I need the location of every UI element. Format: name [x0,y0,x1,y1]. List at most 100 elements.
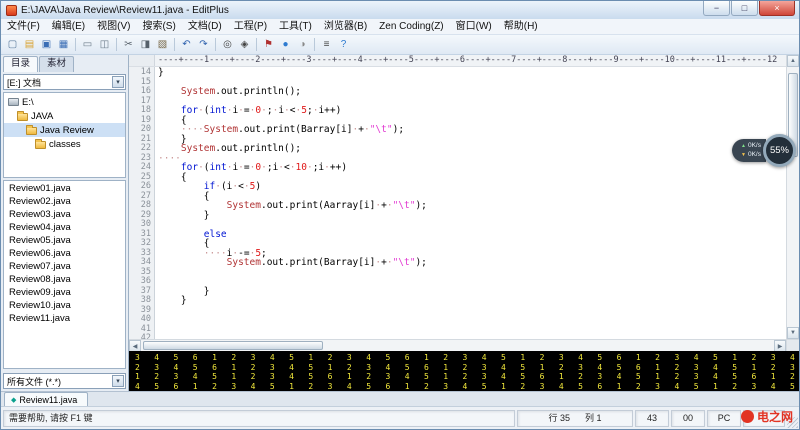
open-file-icon[interactable]: ▤ [21,37,38,53]
tree-item[interactable]: Java Review [4,123,125,137]
document-tab-review11[interactable]: ◆ Review11.java [4,392,88,406]
cut-icon[interactable]: ✂ [120,37,137,53]
file-item[interactable]: Review09.java [4,286,125,299]
percent-badge[interactable]: 55% [763,134,796,167]
menu-item-view[interactable]: 视图(V) [91,19,136,35]
code-token: } [158,295,187,306]
code-line: System.out.println(); [158,87,786,97]
file-filter-selector[interactable]: 所有文件 (*.*) ▾ [3,373,126,389]
window-list-icon[interactable]: ≡ [318,37,335,53]
chevron-down-icon[interactable]: ▾ [112,76,124,88]
code-line [158,220,786,230]
browser-preview-icon[interactable]: ● [277,37,294,53]
tree-item[interactable]: classes [4,137,125,151]
horizontal-scrollbar[interactable]: ◀ ▶ [129,339,786,351]
bookmark-icon[interactable]: ⚑ [260,37,277,53]
code-token: .out.println(); [215,86,301,97]
chevron-down-icon[interactable]: ▾ [112,375,124,387]
file-filter-value: 所有文件 (*.*) [7,375,61,388]
save-file-icon[interactable]: ▣ [38,37,55,53]
menu-item-search[interactable]: 搜索(S) [136,19,181,35]
sidebar: 目录素材 [E:] 文档 ▾ E:\JAVA Java Review classes… [1,55,129,391]
vertical-scroll-track[interactable] [787,67,799,327]
title-bar: E:\JAVA\Java Review\Review11.java - Edit… [1,1,799,19]
scrollbar-corner [787,339,799,351]
tree-item[interactable]: JAVA [4,109,125,123]
file-item[interactable]: Review06.java [4,247,125,260]
menu-item-browser[interactable]: 浏览器(B) [318,19,373,35]
file-item[interactable]: Review03.java [4,208,125,221]
code-token: int [210,105,227,116]
file-item[interactable]: Review04.java [4,221,125,234]
status-length: 43 [635,410,669,427]
code-editor[interactable]: 1415161718192021222324252627282930313233… [129,67,786,339]
sidebar-tab-cliptext[interactable]: 素材 [39,56,74,72]
menu-item-document[interactable]: 文档(D) [182,19,228,35]
menu-item-help[interactable]: 帮助(H) [498,19,544,35]
column-ruler: ----+----1----+----2----+----3----+----4… [155,55,786,66]
output-row: 4 5 6 1 2 3 4 5 1 2 3 4 5 6 1 2 3 4 5 1 … [135,382,797,392]
main-area: 目录素材 [E:] 文档 ▾ E:\JAVA Java Review classes… [1,55,799,391]
code-token: ;i [267,162,278,173]
menu-item-zencoding[interactable]: Zen Coding(Z) [373,19,449,35]
menu-item-window[interactable]: 窗口(W) [450,19,498,35]
sidebar-tab-directory[interactable]: 目录 [3,56,38,72]
replace-icon[interactable]: ◈ [236,37,253,53]
tree-item[interactable]: E:\ [4,95,125,109]
close-button[interactable]: × [759,1,795,16]
file-item[interactable]: Review11.java [4,312,125,325]
code-token: ) [255,181,261,192]
window-controls: −□× [702,1,799,19]
folder-icon [26,127,37,135]
scroll-up-icon[interactable]: ▲ [787,55,799,67]
vertical-scrollbar[interactable]: ▲ ▼ [786,55,799,351]
paste-icon[interactable]: ▧ [154,37,171,53]
code-token: "\t" [393,200,416,211]
scroll-down-icon[interactable]: ▼ [787,327,799,339]
code-text[interactable]: } System.out.println(); for·(int·i·=·0·;… [155,67,786,339]
file-item[interactable]: Review01.java [4,182,125,195]
upload-arrow-icon: ▲ [741,142,746,150]
maximize-button[interactable]: □ [731,1,758,16]
toolbar-separator [75,38,76,51]
code-line: System.out.println(); [158,144,786,154]
menu-item-file[interactable]: 文件(F) [1,19,46,35]
minimize-button[interactable]: − [703,1,730,16]
code-token: "\t" [393,257,416,268]
code-line: } [158,68,786,78]
file-item[interactable]: Review07.java [4,260,125,273]
print-icon[interactable]: ▭ [79,37,96,53]
file-item[interactable]: Review05.java [4,234,125,247]
redo-icon[interactable]: ↷ [195,37,212,53]
code-line [158,325,786,335]
tree-item-label: Java Review [40,125,94,136]
drive-selector[interactable]: [E:] 文档 ▾ [3,74,126,90]
tree-item-label: classes [49,139,81,150]
file-item[interactable]: Review02.java [4,195,125,208]
status-position: 行 35 列 1 [517,410,633,427]
find-icon[interactable]: ◎ [219,37,236,53]
horizontal-scroll-track[interactable] [141,340,774,351]
file-item[interactable]: Review10.java [4,299,125,312]
code-line: } [158,211,786,221]
save-all-icon[interactable]: ▦ [55,37,72,53]
menu-item-edit[interactable]: 编辑(E) [46,19,91,35]
horizontal-scroll-thumb[interactable] [143,341,323,350]
undo-icon[interactable]: ↶ [178,37,195,53]
print-preview-icon[interactable]: ◫ [96,37,113,53]
output-panel[interactable]: 3 4 5 6 1 2 3 4 5 1 2 3 4 5 6 1 2 3 4 5 … [129,351,799,391]
code-line: System.out.print(Aarray[i]·+·"\t"); [158,201,786,211]
code-token: .out.print(Barray[i] [238,124,352,135]
file-item[interactable]: Review08.java [4,273,125,286]
speed-monitor-overlay[interactable]: ▲ 0K/s ▼ 0K/s 55% [732,134,796,167]
new-file-icon[interactable]: ▢ [4,37,21,53]
percent-value: 55% [770,145,789,156]
help-icon[interactable]: ? [335,37,352,53]
html-toolbar-icon[interactable]: ◑ [294,37,311,53]
copy-icon[interactable]: ◨ [137,37,154,53]
editor-area: ----+----1----+----2----+----3----+----4… [129,55,799,391]
menu-item-tools[interactable]: 工具(T) [273,19,318,35]
code-token: System [181,86,215,97]
status-offset: 00 [671,410,705,427]
menu-item-project[interactable]: 工程(P) [228,19,273,35]
